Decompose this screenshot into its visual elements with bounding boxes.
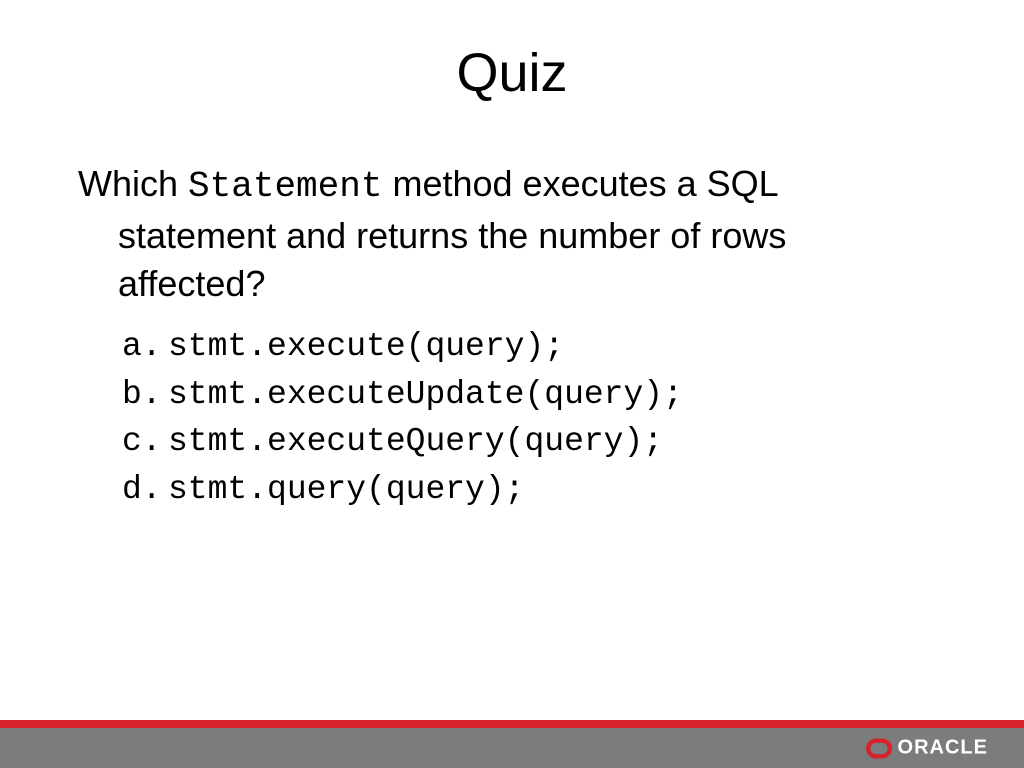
oracle-logo-text: ORACLE <box>898 737 988 760</box>
option-label: d. <box>122 466 168 514</box>
footer-red-bar <box>0 720 1024 728</box>
footer-grey-bar: ORACLE <box>0 728 1024 768</box>
quiz-option: d. stmt.query(query); <box>122 466 946 514</box>
option-label: b. <box>122 371 168 419</box>
quiz-option: a. stmt.execute(query); <box>122 323 946 371</box>
slide-title: Quiz <box>0 0 1024 104</box>
quiz-options: a. stmt.execute(query); b. stmt.executeU… <box>78 323 946 514</box>
option-text: stmt.executeUpdate(query); <box>168 371 683 419</box>
option-text: stmt.execute(query); <box>168 323 564 371</box>
option-text: stmt.query(query); <box>168 466 524 514</box>
question-line2: statement and returns the number of rows <box>78 212 946 261</box>
oracle-o-icon <box>866 738 892 758</box>
slide: Quiz Which Statement method executes a S… <box>0 0 1024 768</box>
oracle-logo: ORACLE <box>866 737 988 760</box>
option-text: stmt.executeQuery(query); <box>168 418 663 466</box>
quiz-question: Which Statement method executes a SQL st… <box>78 160 946 309</box>
question-prefix: Which <box>78 163 188 204</box>
option-label: a. <box>122 323 168 371</box>
question-line1-suffix: method executes a SQL <box>382 163 778 204</box>
question-line3: affected? <box>78 260 946 309</box>
slide-footer: ORACLE <box>0 720 1024 768</box>
quiz-option: c. stmt.executeQuery(query); <box>122 418 946 466</box>
slide-body: Which Statement method executes a SQL st… <box>0 104 1024 514</box>
question-code-word: Statement <box>188 166 382 207</box>
option-label: c. <box>122 418 168 466</box>
quiz-option: b. stmt.executeUpdate(query); <box>122 371 946 419</box>
